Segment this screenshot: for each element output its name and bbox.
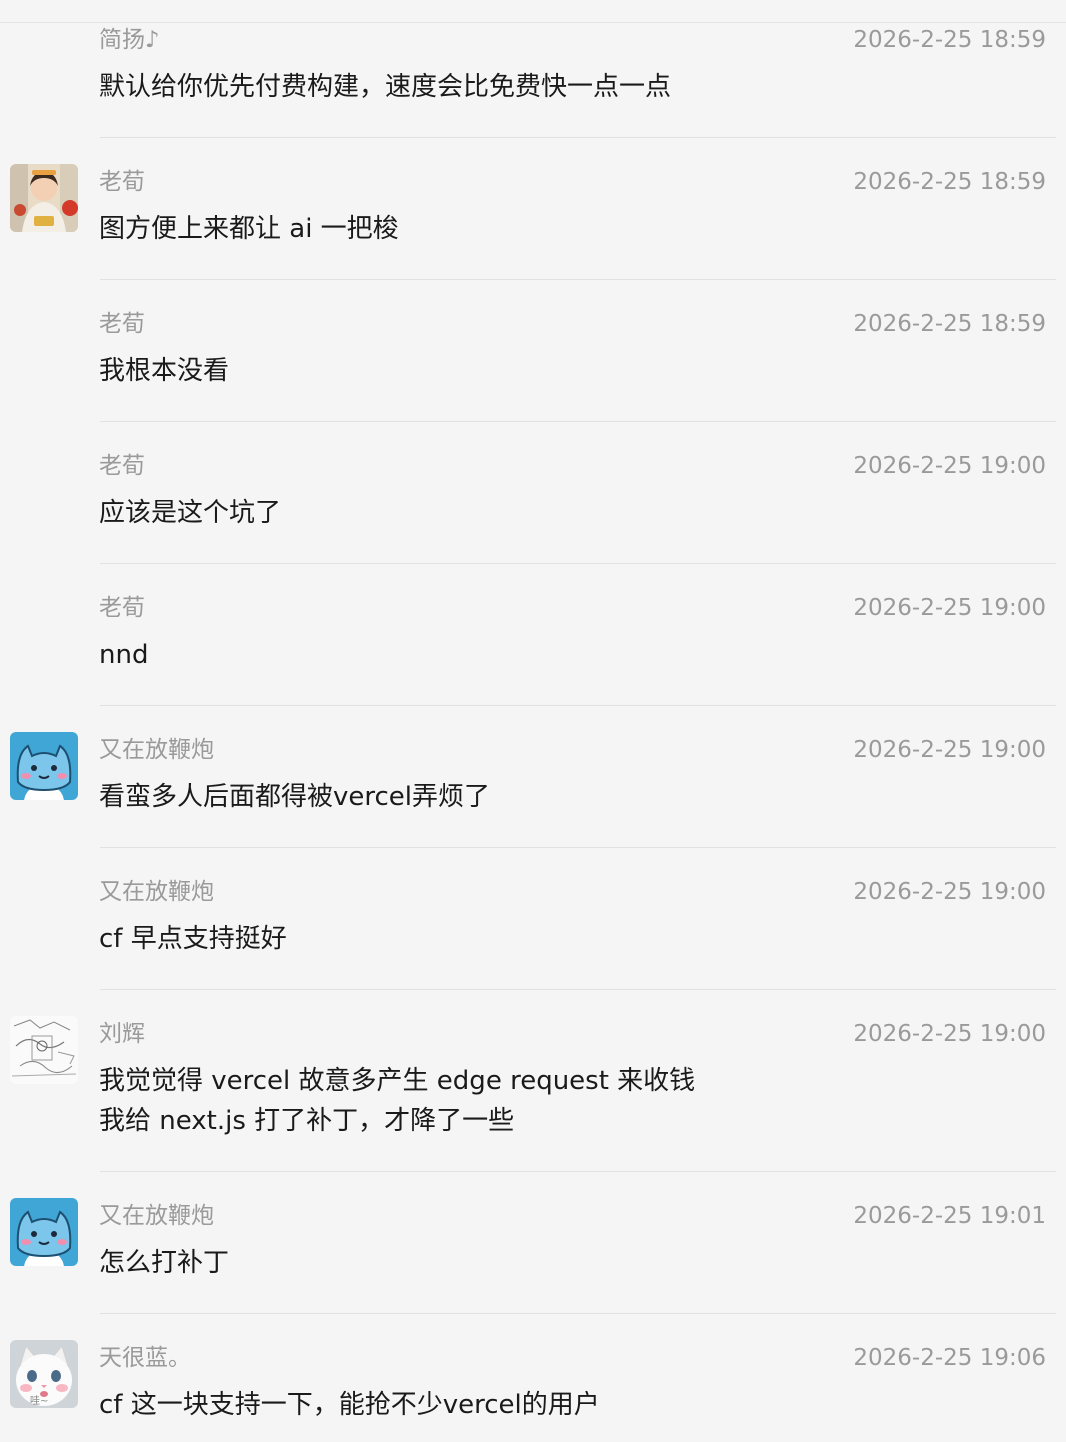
message-divider	[100, 137, 1056, 138]
sender-name[interactable]: 简扬♪	[99, 26, 160, 54]
message-text: cf 早点支持挺好	[99, 924, 287, 954]
message-text: 图方便上来都让 ai 一把梭	[99, 214, 399, 244]
message-text: 默认给你优先付费构建，速度会比免费快一点一点	[99, 72, 672, 102]
blue-cat-avatar-image	[10, 732, 78, 800]
message-text: 怎么打补丁	[99, 1248, 230, 1278]
girl-avatar-image	[10, 164, 78, 232]
message-divider	[100, 1313, 1056, 1314]
sender-name[interactable]: 又在放鞭炮	[99, 1202, 214, 1230]
top-divider	[0, 22, 1066, 23]
avatar-caption: 哇~	[30, 1394, 48, 1407]
girl-avatar[interactable]	[10, 164, 78, 232]
message-text: cf 这一块支持一下，能抢不少vercel的用户	[99, 1390, 600, 1420]
blue-cat-avatar[interactable]	[10, 1198, 78, 1266]
message-timestamp: 2026-2-25 18:59	[853, 27, 1046, 53]
sender-name[interactable]: 老荀	[99, 168, 145, 196]
message-timestamp: 2026-2-25 19:00	[853, 453, 1046, 479]
message-divider	[100, 279, 1056, 280]
message-timestamp: 2026-2-25 19:00	[853, 1021, 1046, 1047]
sender-name[interactable]: 又在放鞭炮	[99, 736, 214, 764]
sketch-avatar-image	[10, 1016, 78, 1084]
message-text: nnd	[99, 640, 149, 670]
message-divider	[100, 847, 1056, 848]
message-timestamp: 2026-2-25 19:06	[853, 1345, 1046, 1371]
message-timestamp: 2026-2-25 19:00	[853, 737, 1046, 763]
message-timestamp: 2026-2-25 19:01	[853, 1203, 1046, 1229]
message-timestamp: 2026-2-25 18:59	[853, 169, 1046, 195]
message-text: 我根本没看	[99, 356, 230, 386]
chat-message-list[interactable]: 简扬♪ 2026-2-25 18:59 默认给你优先付费构建，速度会比免费快一点…	[0, 0, 1066, 1442]
sender-name[interactable]: 天很蓝。	[99, 1344, 191, 1372]
message-divider	[100, 989, 1056, 990]
sketch-avatar[interactable]	[10, 1016, 78, 1084]
message-divider	[100, 705, 1056, 706]
sender-name[interactable]: 又在放鞭炮	[99, 878, 214, 906]
message-text: 看蛮多人后面都得被vercel弄烦了	[99, 782, 491, 812]
message-text: 我觉觉得 vercel 故意多产生 edge request 来收钱	[99, 1066, 696, 1096]
message-divider	[100, 563, 1056, 564]
white-cat-avatar-image: 哇~	[10, 1340, 78, 1408]
message-timestamp: 2026-2-25 18:59	[853, 311, 1046, 337]
message-timestamp: 2026-2-25 19:00	[853, 879, 1046, 905]
message-text: 应该是这个坑了	[99, 498, 282, 528]
message-timestamp: 2026-2-25 19:00	[853, 595, 1046, 621]
sender-name[interactable]: 老荀	[99, 310, 145, 338]
message-text: 我给 next.js 打了补丁，才降了一些	[99, 1106, 515, 1136]
message-divider	[100, 1171, 1056, 1172]
sender-name[interactable]: 老荀	[99, 452, 145, 480]
white-cat-avatar[interactable]: 哇~	[10, 1340, 78, 1408]
sender-name[interactable]: 老荀	[99, 594, 145, 622]
sender-name[interactable]: 刘辉	[99, 1020, 145, 1048]
blue-cat-avatar-image	[10, 1198, 78, 1266]
message-divider	[100, 421, 1056, 422]
blue-cat-avatar[interactable]	[10, 732, 78, 800]
